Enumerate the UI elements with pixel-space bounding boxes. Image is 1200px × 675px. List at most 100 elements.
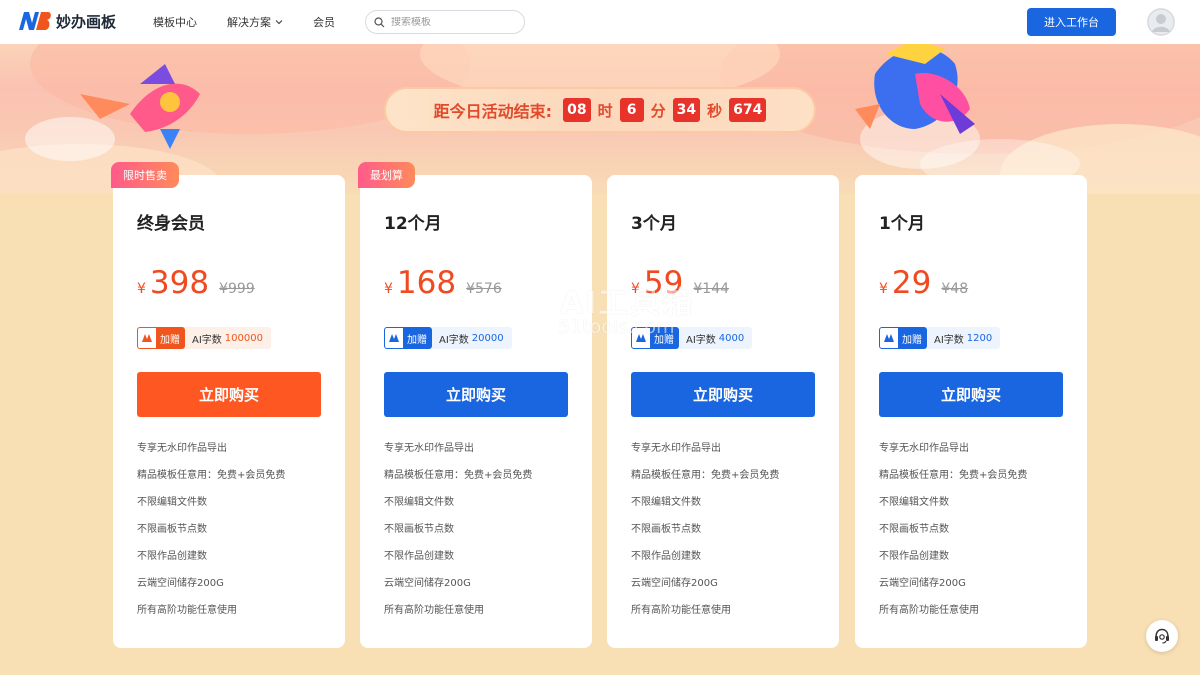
feature-item: 不限编辑文件数 (631, 497, 701, 508)
feature-item: 不限作品创建数 (631, 551, 701, 562)
gift-amount: 4000 (718, 332, 745, 344)
feature-item: 精品模板任意用：免费+会员免费 (631, 470, 780, 481)
gift-tag-box: 加赠 (631, 327, 679, 349)
feature-item: 所有高阶功能任意使用 (384, 605, 484, 616)
ai-gift-tag: 加赠 AI字数 100000 (137, 327, 271, 349)
feature-list: 专享无水印作品导出 精品模板任意用：免费+会员免费 不限编辑文件数 不限画板节点… (879, 442, 1027, 631)
feature-item: 精品模板任意用：免费+会员免费 (879, 470, 1028, 481)
countdown-label: 距今日活动结束: (433, 102, 553, 121)
brand-logo[interactable]: 妙办画板 (18, 10, 116, 32)
feature-item: 所有高阶功能任意使用 (879, 605, 979, 616)
countdown-timer: 距今日活动结束: 08 时 6 分 34 秒 674 (384, 87, 816, 133)
ai-gift-icon (880, 328, 898, 348)
feature-list: 专享无水印作品导出 精品模板任意用：免费+会员免费 不限编辑文件数 不限画板节点… (137, 442, 285, 631)
feature-item: 不限画板节点数 (384, 524, 454, 535)
ai-gift-tag: 加赠 AI字数 1200 (879, 327, 1001, 349)
countdown-hours: 08 (563, 98, 591, 122)
feature-item: 不限作品创建数 (384, 551, 454, 562)
feature-item: 云端空间储存200G (879, 578, 966, 589)
countdown-millis: 674 (729, 98, 767, 122)
price-value: 398 (149, 265, 210, 301)
countdown-minutes: 6 (619, 98, 644, 122)
countdown-hours-unit: 时 (597, 101, 613, 120)
feature-item: 精品模板任意用：免费+会员免费 (137, 470, 286, 481)
price-currency: ¥ (137, 281, 146, 297)
main-nav: 模板中心 解决方案 会员 (153, 14, 365, 30)
nb-logo-icon (18, 10, 52, 32)
price-currency: ¥ (384, 281, 393, 297)
search-input[interactable] (391, 16, 511, 28)
plan-card-1-month: 1个月 ¥ 29 ¥48 加赠 AI字数 1200 立即购买 专享无水印作品导出… (855, 175, 1087, 648)
price-original: ¥144 (693, 281, 730, 297)
price-value: 29 (891, 265, 932, 301)
countdown-seconds-unit: 秒 (707, 101, 723, 120)
price-value: 59 (643, 265, 684, 301)
plan-price: ¥ 398 ¥999 (137, 265, 255, 301)
buy-button[interactable]: 立即购买 (879, 372, 1063, 417)
nav-solutions[interactable]: 解决方案 (227, 14, 283, 30)
gift-label: 加赠 (403, 328, 431, 348)
price-original: ¥48 (941, 281, 969, 297)
plan-card-lifetime: 限时售卖 终身会员 ¥ 398 ¥999 加赠 AI字数 100000 立即购买… (111, 162, 345, 648)
buy-button[interactable]: 立即购买 (384, 372, 568, 417)
buy-button[interactable]: 立即购买 (631, 372, 815, 417)
price-original: ¥576 (466, 281, 502, 297)
gift-text: AI字数 (686, 334, 716, 346)
gift-text: AI字数 (192, 334, 222, 346)
nav-membership-label: 会员 (313, 16, 335, 29)
ai-gift-icon (632, 328, 650, 348)
feature-item: 不限编辑文件数 (384, 497, 454, 508)
plan-price: ¥ 29 ¥48 (879, 265, 968, 301)
feature-item: 不限画板节点数 (631, 524, 701, 535)
gift-label: 加赠 (650, 328, 678, 348)
search-box[interactable] (365, 10, 525, 34)
plan-title: 1个月 (879, 214, 925, 234)
nav-templates[interactable]: 模板中心 (153, 14, 197, 30)
feature-item: 云端空间储存200G (137, 578, 224, 589)
price-currency: ¥ (631, 281, 640, 297)
price-value: 168 (396, 265, 457, 301)
feature-item: 不限编辑文件数 (137, 497, 207, 508)
nav-membership[interactable]: 会员 (313, 14, 335, 30)
buy-button[interactable]: 立即购买 (137, 372, 321, 417)
nav-solutions-label: 解决方案 (227, 16, 271, 29)
plan-badge: 最划算 (358, 162, 415, 188)
ai-gift-tag: 加赠 AI字数 4000 (631, 327, 753, 349)
ai-gift-icon (385, 328, 403, 348)
gift-amount: 20000 (471, 332, 504, 344)
search-icon (374, 16, 385, 27)
feature-item: 不限画板节点数 (879, 524, 949, 535)
plan-title: 3个月 (631, 214, 677, 234)
feature-item: 专享无水印作品导出 (384, 443, 474, 454)
plan-card-12-months: 最划算 12个月 ¥ 168 ¥576 加赠 AI字数 20000 立即购买 专… (358, 162, 592, 648)
gift-label: 加赠 (156, 328, 184, 348)
price-currency: ¥ (879, 281, 888, 297)
ai-gift-tag: 加赠 AI字数 20000 (384, 327, 512, 349)
promo-banner: 距今日活动结束: 08 时 6 分 34 秒 674 (0, 44, 1200, 194)
feature-item: 专享无水印作品导出 (631, 443, 721, 454)
plan-card-3-months: 3个月 ¥ 59 ¥144 加赠 AI字数 4000 立即购买 专享无水印作品导… (607, 175, 839, 648)
gift-text: AI字数 (934, 334, 964, 346)
nav-templates-label: 模板中心 (153, 16, 197, 29)
customer-support-icon (1155, 628, 1169, 644)
feature-item: 专享无水印作品导出 (879, 443, 969, 454)
plan-title: 12个月 (384, 214, 442, 234)
gift-tag-box: 加赠 (879, 327, 927, 349)
feature-item: 不限编辑文件数 (879, 497, 949, 508)
plan-badge: 限时售卖 (111, 162, 179, 188)
customer-support-button[interactable] (1146, 620, 1178, 652)
gift-text: AI字数 (439, 334, 469, 346)
brand-name: 妙办画板 (56, 12, 117, 31)
gift-tag-box: 加赠 (137, 327, 185, 349)
user-avatar-icon[interactable] (1147, 8, 1175, 36)
plan-price: ¥ 168 ¥576 (384, 265, 502, 301)
feature-item: 云端空间储存200G (384, 578, 471, 589)
top-navbar: 妙办画板 模板中心 解决方案 会员 进入工作台 (0, 0, 1200, 44)
feature-list: 专享无水印作品导出 精品模板任意用：免费+会员免费 不限编辑文件数 不限画板节点… (631, 442, 779, 631)
feature-item: 所有高阶功能任意使用 (137, 605, 237, 616)
feature-item: 云端空间储存200G (631, 578, 718, 589)
enter-workspace-button[interactable]: 进入工作台 (1027, 8, 1116, 36)
gift-tag-box: 加赠 (384, 327, 432, 349)
gift-amount: 100000 (224, 332, 263, 344)
gift-label: 加赠 (898, 328, 926, 348)
